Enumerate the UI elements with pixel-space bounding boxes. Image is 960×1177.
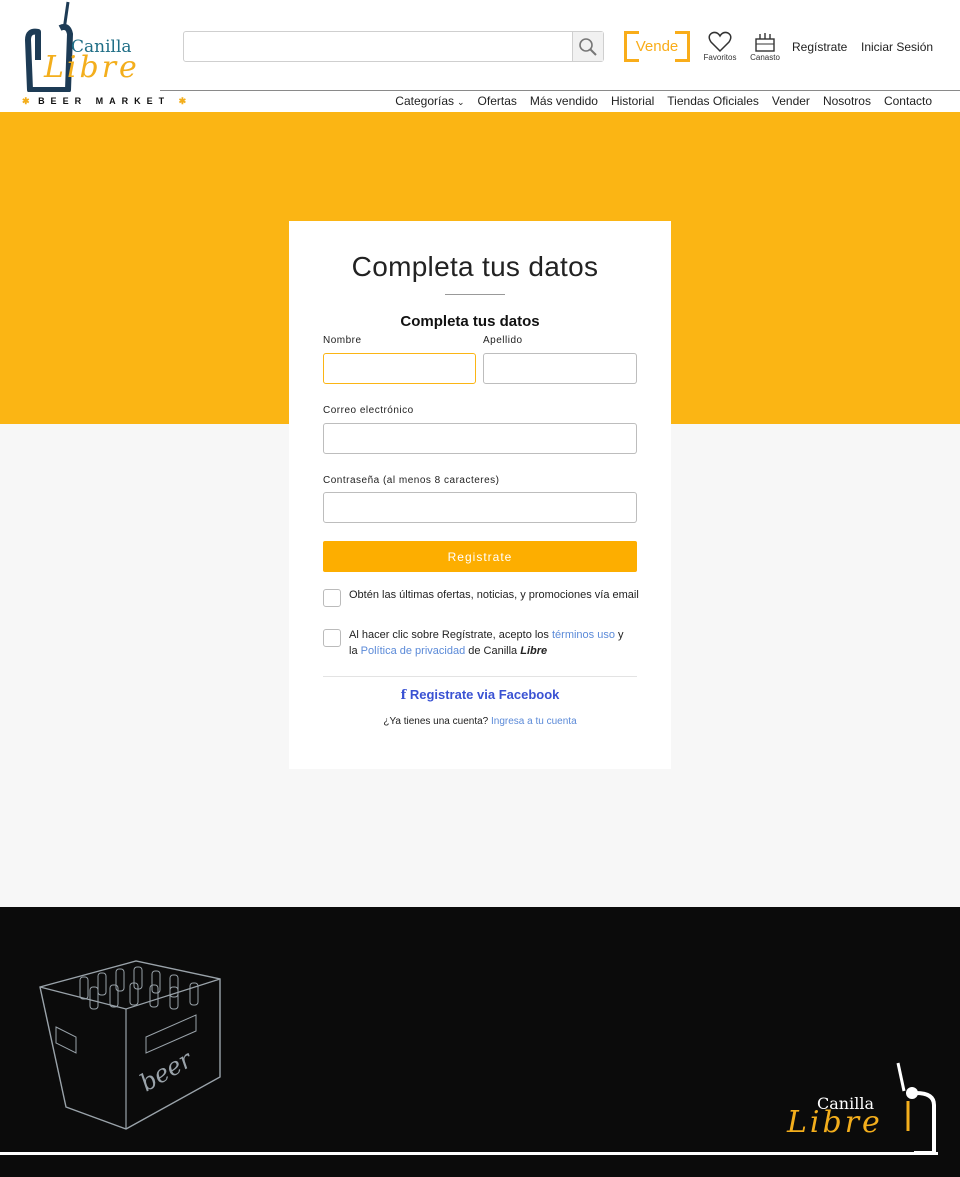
beer-crate-illustration: beer <box>39 960 221 1130</box>
nav-item-tiendas-oficiales[interactable]: Tiendas Oficiales <box>667 94 759 108</box>
nav-item-mas-vendido[interactable]: Más vendido <box>530 94 598 108</box>
password-label: Contraseña (al menos 8 caracteres) <box>323 475 500 486</box>
logo-tagline: ✱ BEER MARKET ✱ <box>22 96 187 106</box>
brand-logo[interactable]: Canilla Libre ✱ BEER MARKET ✱ <box>22 0 186 108</box>
vende-button[interactable]: Vende <box>624 31 690 62</box>
chevron-down-icon: ⌄ <box>457 97 465 107</box>
nav-item-ofertas[interactable]: Ofertas <box>478 94 517 108</box>
nav-item-historial[interactable]: Historial <box>611 94 654 108</box>
header-divider <box>160 90 960 91</box>
site-header: Canilla Libre ✱ BEER MARKET ✱ Vende Favo… <box>0 0 960 112</box>
login-account-link[interactable]: Ingresa a tu cuenta <box>491 716 577 727</box>
last-name-field[interactable] <box>483 353 637 384</box>
nav-item-contacto[interactable]: Contacto <box>884 94 932 108</box>
canasto-label: Canasto <box>750 53 780 62</box>
first-name-field[interactable] <box>323 353 476 384</box>
canasto-link[interactable]: Canasto <box>743 31 787 62</box>
social-divider <box>323 676 637 677</box>
basket-icon <box>755 33 775 52</box>
last-name-label: Apellido <box>483 335 523 346</box>
nav-item-categorias[interactable]: Categorías ⌄ <box>382 94 464 108</box>
register-card: Completa tus datos Completa tus datos No… <box>289 221 671 769</box>
email-field[interactable] <box>323 423 637 454</box>
terms-text: Al hacer clic sobre Regístrate, acepto l… <box>349 629 624 657</box>
facebook-label: Registrate via Facebook <box>409 687 560 702</box>
facebook-icon: f <box>400 688 407 703</box>
login-link[interactable]: Iniciar Sesión <box>861 40 933 54</box>
newsletter-text: Obtén las últimas ofertas, noticias, y p… <box>349 589 639 601</box>
favoritos-label: Favoritos <box>703 53 737 62</box>
search-bar <box>183 31 604 62</box>
email-label: Correo electrónico <box>323 405 414 416</box>
heart-icon <box>708 31 732 53</box>
password-field[interactable] <box>323 492 637 523</box>
footer-logo-libre: Libre <box>787 1105 883 1140</box>
nav-item-nosotros[interactable]: Nosotros <box>823 94 871 108</box>
crate-script-text: beer <box>135 1045 198 1098</box>
register-link[interactable]: Regístrate <box>792 40 847 54</box>
title-divider <box>445 294 505 295</box>
search-button[interactable] <box>572 32 603 61</box>
page-title: Completa tus datos <box>351 251 599 282</box>
site-footer: beer Canilla Libre <box>0 907 960 1177</box>
newsletter-checkbox[interactable] <box>323 589 341 607</box>
footer-tap-icon <box>896 1062 936 1155</box>
terms-checkbox[interactable] <box>323 629 341 647</box>
nav-item-vender[interactable]: Vender <box>772 94 810 108</box>
first-name-label: Nombre <box>323 335 362 346</box>
logo-libre-text: Libre <box>44 50 140 85</box>
main-nav: Categorías ⌄ Ofertas Más vendido Historia… <box>369 94 932 108</box>
privacy-link[interactable]: Política de privacidad <box>361 645 466 657</box>
search-input[interactable] <box>184 32 573 61</box>
favoritos-link[interactable]: Favoritos <box>698 31 742 62</box>
footer-divider <box>0 1152 938 1155</box>
have-account-row: ¿Ya tienes una cuenta? Ingresa a tu cuen… <box>383 716 577 727</box>
search-icon <box>579 37 597 56</box>
vende-label: Vende <box>635 38 679 55</box>
register-submit-button[interactable]: Registrate <box>323 541 637 572</box>
facebook-register-button[interactable]: f Registrate via Facebook <box>289 687 671 703</box>
form-subtitle: Completa tus datos <box>400 313 540 330</box>
terms-link[interactable]: términos uso <box>552 629 615 641</box>
